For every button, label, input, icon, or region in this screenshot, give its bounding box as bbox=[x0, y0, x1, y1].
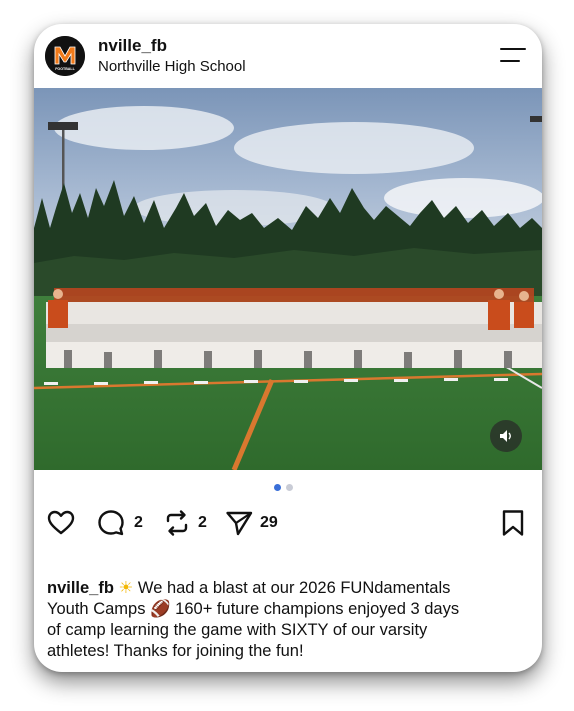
repost-count: 2 bbox=[198, 514, 207, 531]
comment-count: 2 bbox=[134, 514, 143, 531]
menu-icon[interactable] bbox=[500, 46, 528, 66]
avatar-text: FOOTBALL bbox=[55, 67, 75, 71]
caption-username[interactable]: nville_fb bbox=[47, 579, 114, 597]
team-logo-icon: N FOOTBALL bbox=[45, 36, 85, 76]
caption-line-1: nville_fb ☀ We had a blast at our 2026 F… bbox=[47, 579, 451, 597]
carousel-dot[interactable] bbox=[286, 484, 293, 491]
share-count: 29 bbox=[260, 514, 278, 531]
avatar[interactable]: N FOOTBALL bbox=[45, 36, 85, 76]
bookmark-icon[interactable] bbox=[498, 508, 528, 538]
football-emoji-icon: 🏈 bbox=[150, 600, 171, 618]
sun-emoji-icon: ☀ bbox=[118, 579, 134, 597]
post-location[interactable]: Northville High School bbox=[98, 58, 246, 75]
speaker-icon bbox=[500, 430, 511, 442]
like-heart-icon[interactable] bbox=[46, 508, 76, 538]
team-photo bbox=[34, 88, 542, 471]
share-icon[interactable] bbox=[224, 508, 254, 538]
post-header: N FOOTBALL nville_fb Northville High Sch… bbox=[34, 24, 542, 88]
post-card: N FOOTBALL nville_fb Northville High Sch… bbox=[34, 24, 542, 672]
post-caption: nville_fb ☀ We had a blast at our 2026 F… bbox=[47, 578, 533, 662]
comment-icon[interactable] bbox=[96, 508, 126, 538]
repost-icon[interactable] bbox=[162, 508, 192, 538]
carousel-dot-active[interactable] bbox=[274, 484, 281, 491]
sound-toggle-button[interactable] bbox=[490, 420, 522, 452]
caption-line-2: Youth Camps 🏈 160+ future champions enjo… bbox=[47, 600, 460, 618]
post-username[interactable]: nville_fb bbox=[98, 36, 167, 56]
caption-line-4: athletes! Thanks for joining the fun! bbox=[47, 642, 304, 660]
action-bar: 2 2 29 bbox=[34, 502, 542, 542]
post-photo[interactable] bbox=[34, 88, 542, 471]
caption-line-3: of camp learning the game with SIXTY of … bbox=[47, 621, 428, 639]
